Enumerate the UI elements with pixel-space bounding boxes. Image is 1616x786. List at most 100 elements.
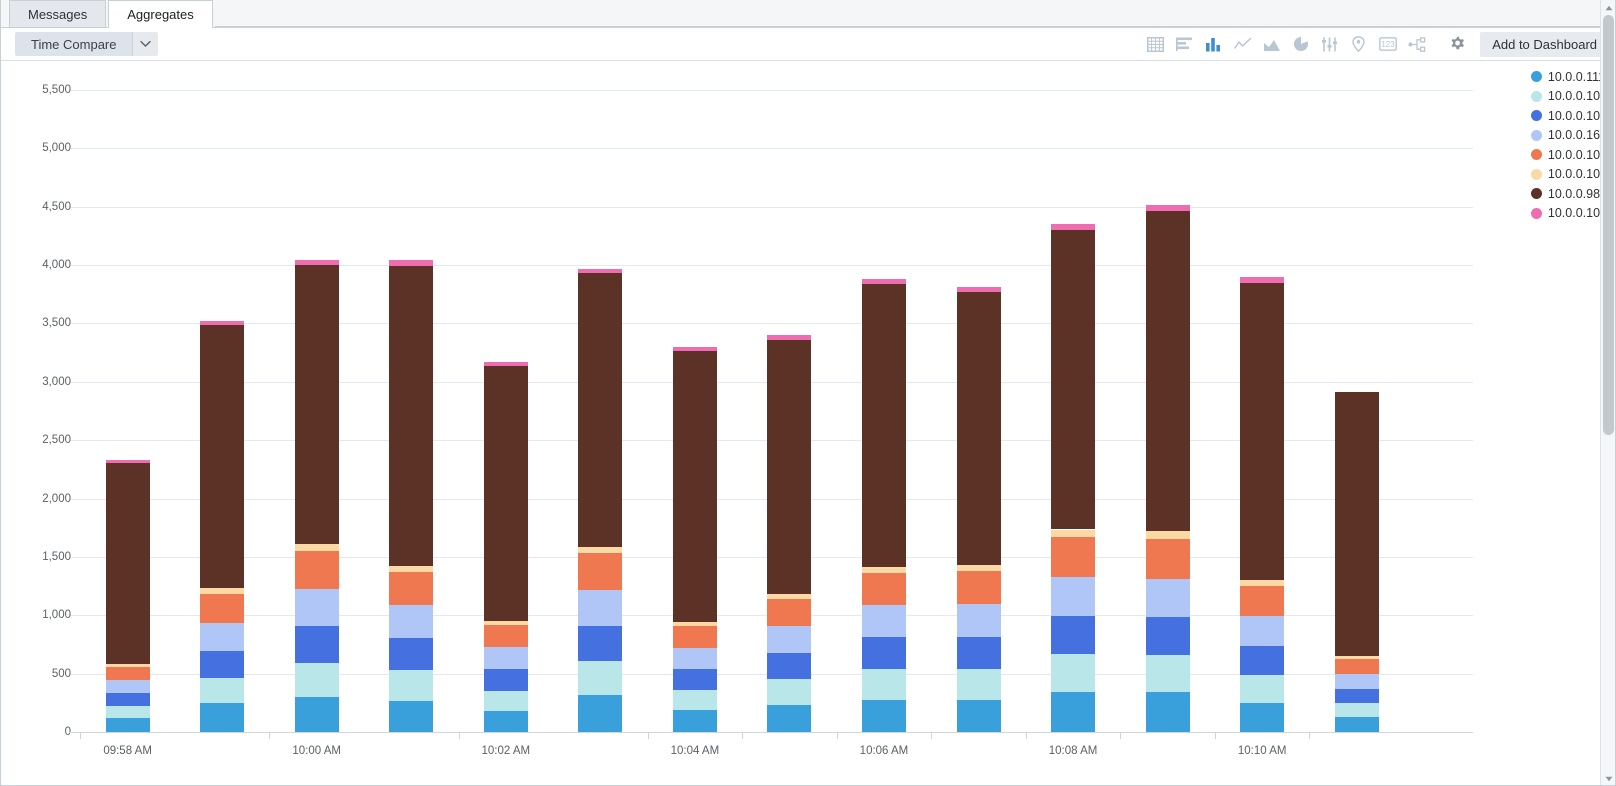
bar-segment[interactable] bbox=[484, 625, 528, 647]
bar-segment[interactable] bbox=[862, 567, 906, 573]
bar-segment[interactable] bbox=[957, 700, 1001, 732]
bar-segment[interactable] bbox=[106, 463, 150, 664]
bar-segment[interactable] bbox=[1335, 703, 1379, 717]
pie-chart-icon[interactable] bbox=[1286, 31, 1315, 57]
chart-bar[interactable] bbox=[1240, 731, 1284, 732]
bar-segment[interactable] bbox=[578, 590, 622, 626]
bar-segment[interactable] bbox=[484, 669, 528, 691]
bar-segment[interactable] bbox=[1051, 616, 1095, 655]
bar-segment[interactable] bbox=[1240, 703, 1284, 732]
legend-item[interactable]: 10.0.0.105 bbox=[1531, 106, 1607, 126]
bar-segment[interactable] bbox=[957, 637, 1001, 669]
chart-bar[interactable] bbox=[1146, 731, 1190, 732]
scroll-up-icon[interactable] bbox=[1601, 0, 1616, 15]
bar-segment[interactable] bbox=[862, 279, 906, 284]
chart-bar[interactable] bbox=[673, 731, 717, 732]
bar-segment[interactable] bbox=[578, 269, 622, 273]
bar-segment[interactable] bbox=[1146, 211, 1190, 531]
map-pin-icon[interactable] bbox=[1344, 31, 1373, 57]
bar-segment[interactable] bbox=[862, 669, 906, 700]
bar-segment[interactable] bbox=[957, 287, 1001, 292]
legend-item[interactable]: 10.0.0.167 bbox=[1531, 126, 1607, 146]
vertical-scrollbar[interactable] bbox=[1600, 0, 1615, 786]
bar-segment[interactable] bbox=[1240, 277, 1284, 282]
chart-bar[interactable] bbox=[767, 731, 811, 732]
bar-segment[interactable] bbox=[673, 347, 717, 351]
bar-segment[interactable] bbox=[1240, 675, 1284, 703]
bar-segment[interactable] bbox=[1146, 655, 1190, 692]
bar-segment[interactable] bbox=[389, 572, 433, 605]
bar-segment[interactable] bbox=[200, 623, 244, 651]
bar-segment[interactable] bbox=[862, 637, 906, 669]
bar-segment[interactable] bbox=[862, 700, 906, 732]
bar-segment[interactable] bbox=[295, 626, 339, 662]
bar-segment[interactable] bbox=[106, 680, 150, 693]
area-chart-icon[interactable] bbox=[1257, 31, 1286, 57]
bar-segment[interactable] bbox=[1051, 224, 1095, 229]
bar-segment[interactable] bbox=[106, 718, 150, 732]
bar-segment[interactable] bbox=[673, 710, 717, 732]
bar-segment[interactable] bbox=[200, 678, 244, 704]
bar-segment[interactable] bbox=[200, 321, 244, 325]
bar-segment[interactable] bbox=[1051, 230, 1095, 530]
bar-segment[interactable] bbox=[1146, 692, 1190, 732]
bar-segment[interactable] bbox=[578, 547, 622, 553]
legend-item[interactable]: 10.0.0.111 bbox=[1531, 67, 1607, 87]
bar-segment[interactable] bbox=[1051, 537, 1095, 577]
legend-item[interactable]: 10.0.0.101 bbox=[1531, 165, 1607, 185]
time-compare-dropdown[interactable] bbox=[132, 32, 158, 56]
bar-segment[interactable] bbox=[200, 651, 244, 678]
bar-segment[interactable] bbox=[295, 697, 339, 732]
chart-bar[interactable] bbox=[106, 731, 150, 732]
bar-segment[interactable] bbox=[1146, 579, 1190, 618]
bar-segment[interactable] bbox=[957, 604, 1001, 637]
add-to-dashboard-button[interactable]: Add to Dashboard bbox=[1480, 32, 1609, 57]
bar-segment[interactable] bbox=[578, 695, 622, 732]
bar-segment[interactable] bbox=[484, 691, 528, 711]
chart-bar[interactable] bbox=[1335, 731, 1379, 732]
scroll-down-icon[interactable] bbox=[1601, 771, 1616, 786]
bar-segment[interactable] bbox=[767, 705, 811, 732]
legend-item[interactable]: 10.0.0.104 bbox=[1531, 87, 1607, 107]
bar-segment[interactable] bbox=[106, 693, 150, 706]
bar-segment[interactable] bbox=[673, 626, 717, 648]
bar-segment[interactable] bbox=[673, 622, 717, 627]
bar-segment[interactable] bbox=[1240, 616, 1284, 646]
bar-segment[interactable] bbox=[1051, 530, 1095, 538]
chart-bar[interactable] bbox=[295, 731, 339, 732]
bar-segment[interactable] bbox=[767, 335, 811, 340]
bar-segment[interactable] bbox=[106, 667, 150, 680]
chart-bar[interactable] bbox=[957, 731, 1001, 732]
bar-segment[interactable] bbox=[767, 594, 811, 599]
bar-segment[interactable] bbox=[484, 366, 528, 620]
bar-segment[interactable] bbox=[484, 362, 528, 366]
bar-segment[interactable] bbox=[295, 265, 339, 544]
bar-segment[interactable] bbox=[673, 669, 717, 690]
bar-segment[interactable] bbox=[1240, 283, 1284, 581]
bar-segment[interactable] bbox=[200, 588, 244, 594]
bar-segment[interactable] bbox=[1146, 617, 1190, 655]
bar-segment[interactable] bbox=[484, 621, 528, 626]
tab-messages[interactable]: Messages bbox=[9, 0, 106, 27]
bar-segment[interactable] bbox=[1335, 717, 1379, 732]
bar-segment[interactable] bbox=[484, 711, 528, 732]
bar-segment[interactable] bbox=[295, 589, 339, 626]
bar-segment[interactable] bbox=[1335, 689, 1379, 704]
bar-segment[interactable] bbox=[200, 703, 244, 732]
bar-segment[interactable] bbox=[957, 571, 1001, 604]
bar-segment[interactable] bbox=[200, 594, 244, 623]
sliders-icon[interactable] bbox=[1315, 31, 1344, 57]
bar-segment[interactable] bbox=[1146, 205, 1190, 211]
bar-segment[interactable] bbox=[767, 679, 811, 704]
bar-segment[interactable] bbox=[1146, 539, 1190, 579]
bar-segment[interactable] bbox=[767, 626, 811, 653]
tab-aggregates[interactable]: Aggregates bbox=[108, 0, 213, 28]
column-chart-icon[interactable] bbox=[1199, 31, 1228, 57]
bar-segment[interactable] bbox=[1146, 531, 1190, 539]
bar-segment[interactable] bbox=[389, 260, 433, 265]
chart-bar[interactable] bbox=[389, 731, 433, 732]
legend-item[interactable]: 10.0.0.98 bbox=[1531, 184, 1607, 204]
bar-segment[interactable] bbox=[578, 661, 622, 695]
bar-segment[interactable] bbox=[389, 670, 433, 701]
chart-bar[interactable] bbox=[862, 731, 906, 732]
